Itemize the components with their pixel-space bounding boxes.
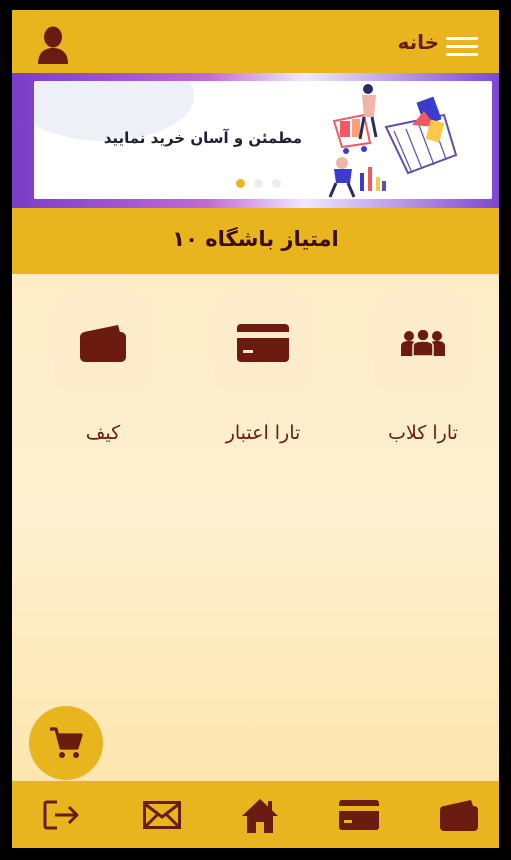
tile-wallet[interactable] [54, 294, 152, 392]
tile-label-wallet: کیف [85, 422, 121, 444]
page-title: خانه [397, 30, 439, 54]
group-icon [401, 330, 445, 356]
carousel-indicator [236, 173, 290, 192]
credit-card-icon [237, 324, 289, 362]
logout-icon [43, 800, 79, 830]
credit-card-icon [339, 800, 379, 830]
wallet-icon [440, 800, 478, 831]
nav-logout-button[interactable] [42, 799, 82, 831]
user-icon[interactable] [36, 26, 70, 64]
tile-tara-credit[interactable] [214, 294, 312, 392]
club-points-bar: امتیاز باشگاه ۱۰ [12, 208, 499, 274]
banner-text: مطمئن و آسان خرید نمایید [103, 129, 302, 147]
tile-label-tara-club: تارا کلاب [388, 422, 458, 444]
banner-carousel[interactable]: مطمئن و آسان خرید نمایید [12, 73, 499, 208]
nav-wallet-button[interactable] [439, 799, 479, 831]
carousel-dot[interactable] [254, 179, 263, 188]
home-icon [242, 799, 278, 833]
nav-home-button[interactable] [240, 799, 280, 833]
cart-icon [50, 727, 83, 758]
bottom-navigation [12, 781, 499, 848]
wallet-icon [80, 325, 126, 362]
tile-label-tara-credit: تارا اعتبار [225, 422, 301, 444]
nav-credit-button[interactable] [339, 799, 379, 831]
tile-tara-club[interactable] [374, 294, 472, 392]
carousel-dot[interactable] [272, 179, 281, 188]
hamburger-menu-icon[interactable] [446, 37, 478, 56]
app-screen: خانه مطمئن و آسان خرید نمایید امتیاز باش… [12, 10, 499, 848]
mail-icon [143, 801, 181, 829]
shopping-illustration-icon [324, 81, 464, 199]
nav-mail-button[interactable] [142, 799, 182, 831]
banner-slide[interactable]: مطمئن و آسان خرید نمایید [34, 81, 492, 199]
carousel-dot-active[interactable] [236, 179, 245, 188]
club-points-label: امتیاز باشگاه ۱۰ [172, 227, 339, 251]
top-app-bar: خانه [12, 10, 499, 73]
cart-button[interactable] [29, 706, 103, 780]
